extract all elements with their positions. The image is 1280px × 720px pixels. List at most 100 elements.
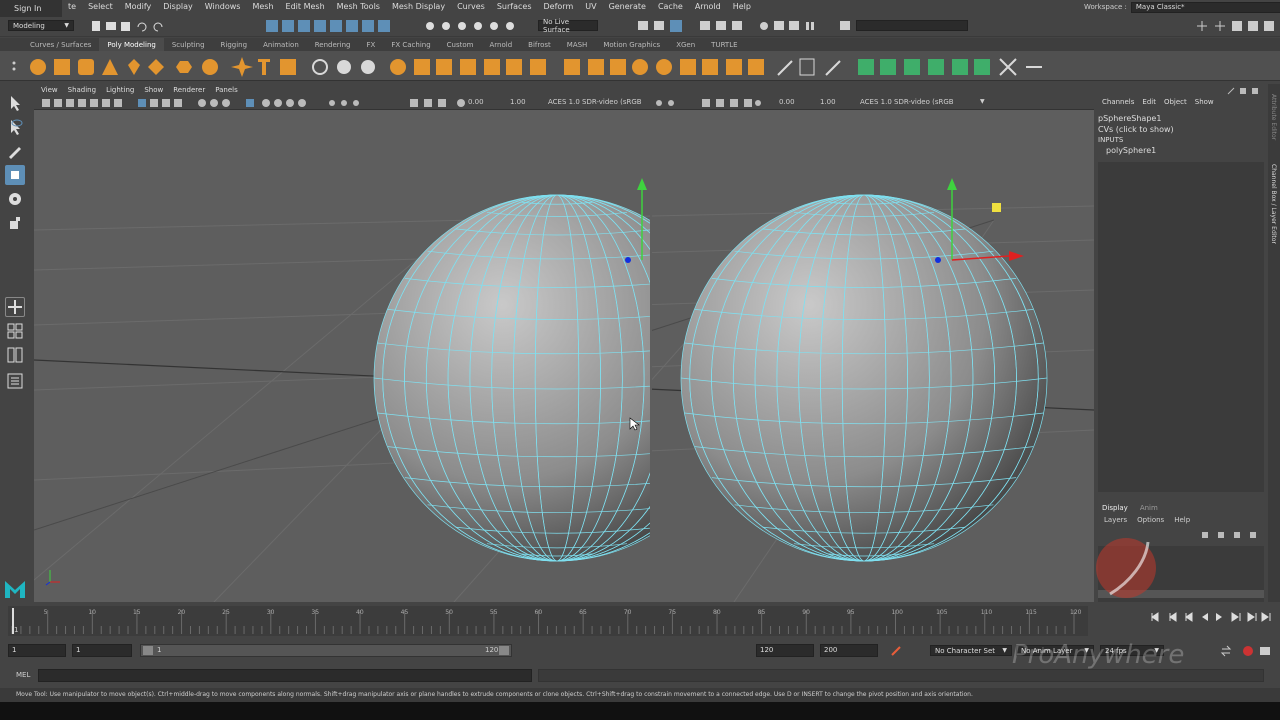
move-tool-icon[interactable] (5, 165, 25, 185)
channel-box-menu-show[interactable]: Show (1195, 98, 1214, 110)
time-slider-track[interactable]: 5 10 15 20 25 30 35 40 45 50 55 60 65 70 75 80 85 90 95 100… (8, 606, 1088, 636)
menu-select[interactable]: Select (82, 2, 119, 11)
outliner-layout-icon[interactable] (5, 371, 25, 391)
attribute-editor-tab[interactable]: Attribute Editor (1270, 94, 1277, 140)
shelf-tab-fx-caching[interactable]: FX Caching (383, 41, 438, 49)
menu-te[interactable]: te (62, 2, 82, 11)
channel-box-menu-channels[interactable]: Channels (1102, 98, 1134, 110)
command-input[interactable] (38, 669, 532, 682)
panel-toggle-icons[interactable] (1196, 19, 1276, 33)
scene-view[interactable] (34, 110, 1094, 602)
render-toolbar-icons[interactable] (634, 19, 864, 33)
exposure-value-left[interactable]: 0.00 (468, 98, 484, 106)
tab-anim[interactable]: Anim (1140, 504, 1158, 512)
menu-uv[interactable]: UV (579, 2, 602, 11)
live-surface-field[interactable]: No Live Surface (538, 18, 598, 34)
auto-key-icon[interactable] (890, 645, 902, 657)
character-set-dropdown[interactable]: No Character Set ▼ (930, 645, 1012, 656)
scale-tool-icon[interactable] (5, 213, 25, 233)
menu-display[interactable]: Display (157, 2, 199, 11)
range-right-icons[interactable] (1220, 644, 1276, 658)
menu-cache[interactable]: Cache (652, 2, 689, 11)
shelf-tab-turtle[interactable]: TURTLE (703, 41, 745, 49)
command-language-label[interactable]: MEL (16, 671, 30, 679)
menu-edit-mesh[interactable]: Edit Mesh (280, 2, 331, 11)
status-line-icons[interactable] (86, 19, 536, 33)
chevron-down-icon[interactable]: ▼ (980, 98, 985, 105)
viewport-panel[interactable]: View Shading Lighting Show Renderer Panels 0.… (34, 84, 1094, 602)
shelf-tab-sculpting[interactable]: Sculpting (164, 41, 213, 49)
gamma-value-left[interactable]: 1.00 (510, 98, 526, 106)
panel-toolbar-icons[interactable] (38, 98, 468, 108)
panel-toolbar-icons-right[interactable] (654, 98, 764, 108)
range-bar[interactable]: 1 120 (140, 644, 512, 657)
shelf-tab-animation[interactable]: Animation (255, 41, 307, 49)
channel-box-menu-object[interactable]: Object (1164, 98, 1187, 110)
colorspace-right[interactable]: ACES 1.0 SDR-video (sRGB (860, 98, 954, 106)
menu-surfaces[interactable]: Surfaces (491, 2, 538, 11)
tab-display[interactable]: Display (1102, 504, 1128, 512)
menu-mesh-tools[interactable]: Mesh Tools (331, 2, 386, 11)
playback-controls[interactable] (1146, 610, 1276, 624)
menu-mesh-display[interactable]: Mesh Display (386, 2, 451, 11)
lasso-tool-icon[interactable] (5, 117, 25, 137)
shelf-tab-fx[interactable]: FX (359, 41, 384, 49)
shelf-tab-curves-surfaces[interactable]: Curves / Surfaces (22, 41, 99, 49)
animation-start-field[interactable]: 1 (8, 644, 66, 657)
shelf-tab-rendering[interactable]: Rendering (307, 41, 359, 49)
menu-generate[interactable]: Generate (603, 2, 652, 11)
quick-select-field[interactable] (856, 20, 968, 31)
shelf-tab-mash[interactable]: MASH (559, 41, 596, 49)
last-tool-icon[interactable] (5, 297, 25, 317)
shape-node-label[interactable]: pSphereShape1 (1098, 114, 1264, 125)
shelf-settings-icon[interactable] (10, 59, 18, 73)
viewport-menu-lighting[interactable]: Lighting (101, 86, 139, 94)
viewport-menu-shading[interactable]: Shading (63, 86, 101, 94)
viewport-menu-show[interactable]: Show (139, 86, 168, 94)
viewport-menu-view[interactable]: View (36, 86, 63, 94)
channel-box-tab[interactable]: Channel Box / Layer Editor (1270, 164, 1277, 244)
paint-select-icon[interactable] (5, 141, 25, 161)
menu-set-dropdown[interactable]: Modeling ▼ (8, 20, 74, 31)
viewport-menu-renderer[interactable]: Renderer (168, 86, 210, 94)
input-node-label[interactable]: polySphere1 (1098, 146, 1264, 157)
select-tool-icon[interactable] (5, 93, 25, 113)
playback-end-field[interactable]: 120 (756, 644, 814, 657)
merge-icon (702, 59, 718, 75)
menu-help[interactable]: Help (727, 2, 757, 11)
shelf-tab-rigging[interactable]: Rigging (213, 41, 256, 49)
shelf-tab-arnold[interactable]: Arnold (482, 41, 521, 49)
menu-arnold[interactable]: Arnold (689, 2, 727, 11)
playback-start-field[interactable]: 1 (72, 644, 132, 657)
colorspace-left[interactable]: ACES 1.0 SDR-video (sRGB (548, 98, 642, 106)
exposure-value-right[interactable]: 0.00 (779, 98, 795, 106)
cvs-label[interactable]: CVs (click to show) (1098, 125, 1264, 136)
animation-end-field[interactable]: 200 (820, 644, 878, 657)
viewport-menu-panels[interactable]: Panels (210, 86, 243, 94)
layers-menu[interactable]: Layers (1104, 516, 1127, 524)
shelf-tab-motion-graphics[interactable]: Motion Graphics (595, 41, 668, 49)
menu-windows[interactable]: Windows (199, 2, 247, 11)
shelf-icons[interactable] (26, 55, 1046, 79)
shelf-tab-bifrost[interactable]: Bifrost (520, 41, 559, 49)
menu-modify[interactable]: Modify (119, 2, 158, 11)
shelf-tab-xgen[interactable]: XGen (668, 41, 703, 49)
workspace-dropdown[interactable]: Maya Classic* ▼ (1130, 1, 1280, 13)
shelf-tab-custom[interactable]: Custom (439, 41, 482, 49)
menu-curves[interactable]: Curves (451, 2, 491, 11)
layer-buttons[interactable] (1200, 530, 1266, 540)
range-handle-start[interactable] (143, 646, 153, 655)
sign-in-button[interactable]: Sign In (0, 0, 62, 17)
channel-box-menu-edit[interactable]: Edit (1142, 98, 1156, 110)
gamma-value-right[interactable]: 1.00 (820, 98, 836, 106)
help-menu[interactable]: Help (1174, 516, 1190, 524)
shelf-tab-poly-modeling[interactable]: Poly Modeling (99, 38, 164, 51)
layout-two-pane-icon[interactable] (5, 345, 25, 365)
layout-quad-icon[interactable] (5, 321, 25, 341)
menu-mesh[interactable]: Mesh (246, 2, 279, 11)
options-menu[interactable]: Options (1137, 516, 1164, 524)
menu-deform[interactable]: Deform (538, 2, 580, 11)
rotate-tool-icon[interactable] (5, 189, 25, 209)
channel-box-corner-icons[interactable] (1226, 86, 1266, 96)
range-handle-end[interactable] (499, 646, 509, 655)
